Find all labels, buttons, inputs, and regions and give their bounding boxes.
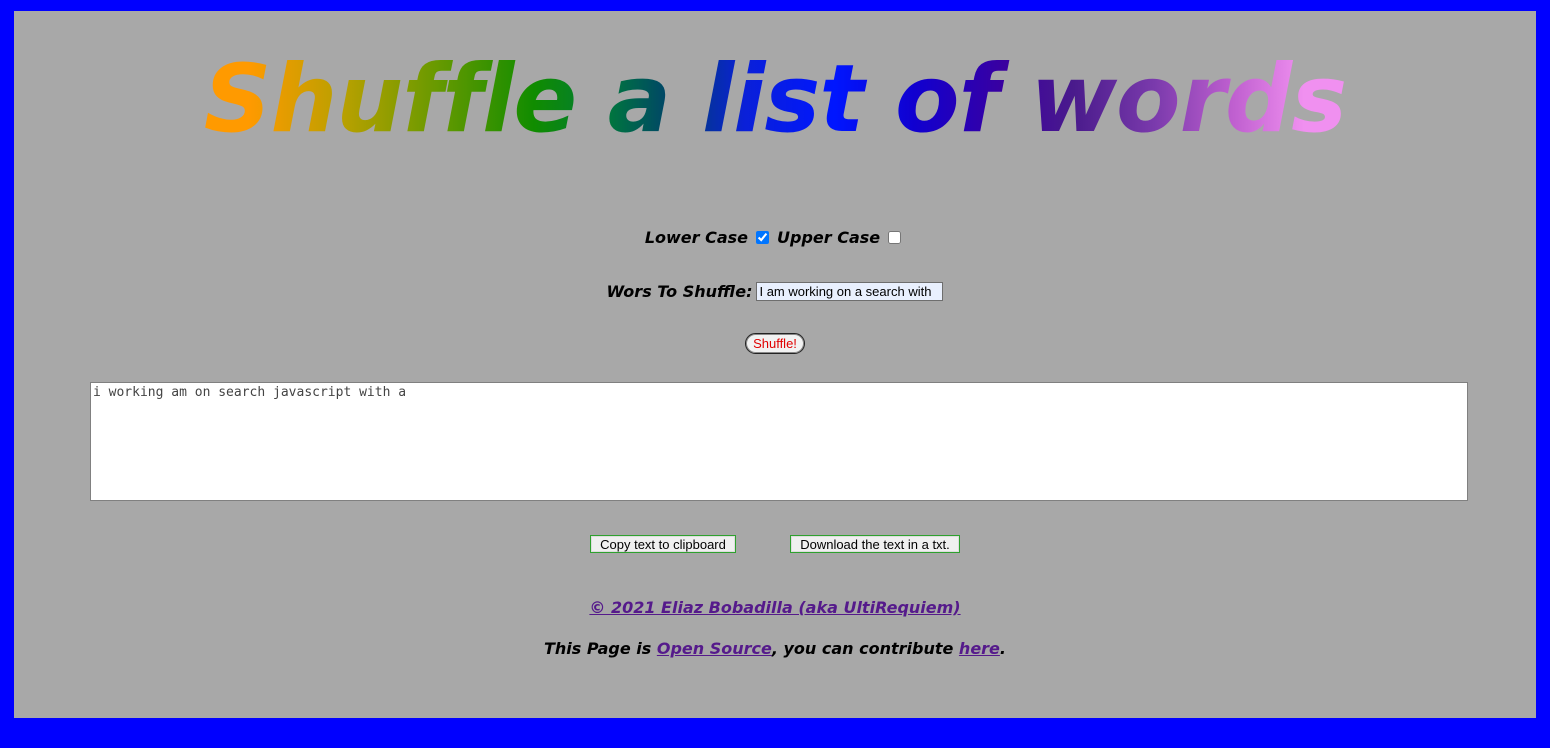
page-title: Shuffle a list of words — [14, 45, 1536, 155]
copy-to-clipboard-button[interactable]: Copy text to clipboard — [590, 535, 736, 553]
copyright-row: © 2021 Eliaz Bobadilla (aka UltiRequiem) — [14, 597, 1536, 619]
words-input[interactable] — [756, 282, 944, 301]
open-source-middle: , you can contribute — [771, 639, 959, 658]
upper-case-checkbox[interactable] — [888, 231, 902, 244]
open-source-prefix: This Page is — [544, 639, 657, 658]
open-source-link[interactable]: Open Source — [657, 639, 772, 658]
shuffled-output-textarea[interactable]: i working am on search javascript with a — [90, 382, 1468, 501]
lower-case-checkbox[interactable] — [756, 231, 770, 244]
open-source-suffix: . — [999, 639, 1006, 658]
copyright-link[interactable]: © 2021 Eliaz Bobadilla (aka UltiRequiem) — [589, 598, 960, 617]
download-txt-button[interactable]: Download the text in a txt. — [790, 535, 960, 553]
words-input-label: Wors To Shuffle: — [606, 282, 753, 301]
page-container: Shuffle a list of words Lower Case Upper… — [14, 11, 1536, 718]
open-source-row: This Page is Open Source, you can contri… — [14, 638, 1536, 660]
upper-case-label: Upper Case — [777, 228, 881, 247]
lower-case-label: Lower Case — [644, 228, 749, 247]
words-input-row: Wors To Shuffle: — [14, 280, 1536, 304]
contribute-here-link[interactable]: here — [959, 639, 1000, 658]
shuffle-button[interactable]: Shuffle! — [745, 333, 805, 354]
case-options: Lower Case Upper Case — [14, 227, 1536, 249]
